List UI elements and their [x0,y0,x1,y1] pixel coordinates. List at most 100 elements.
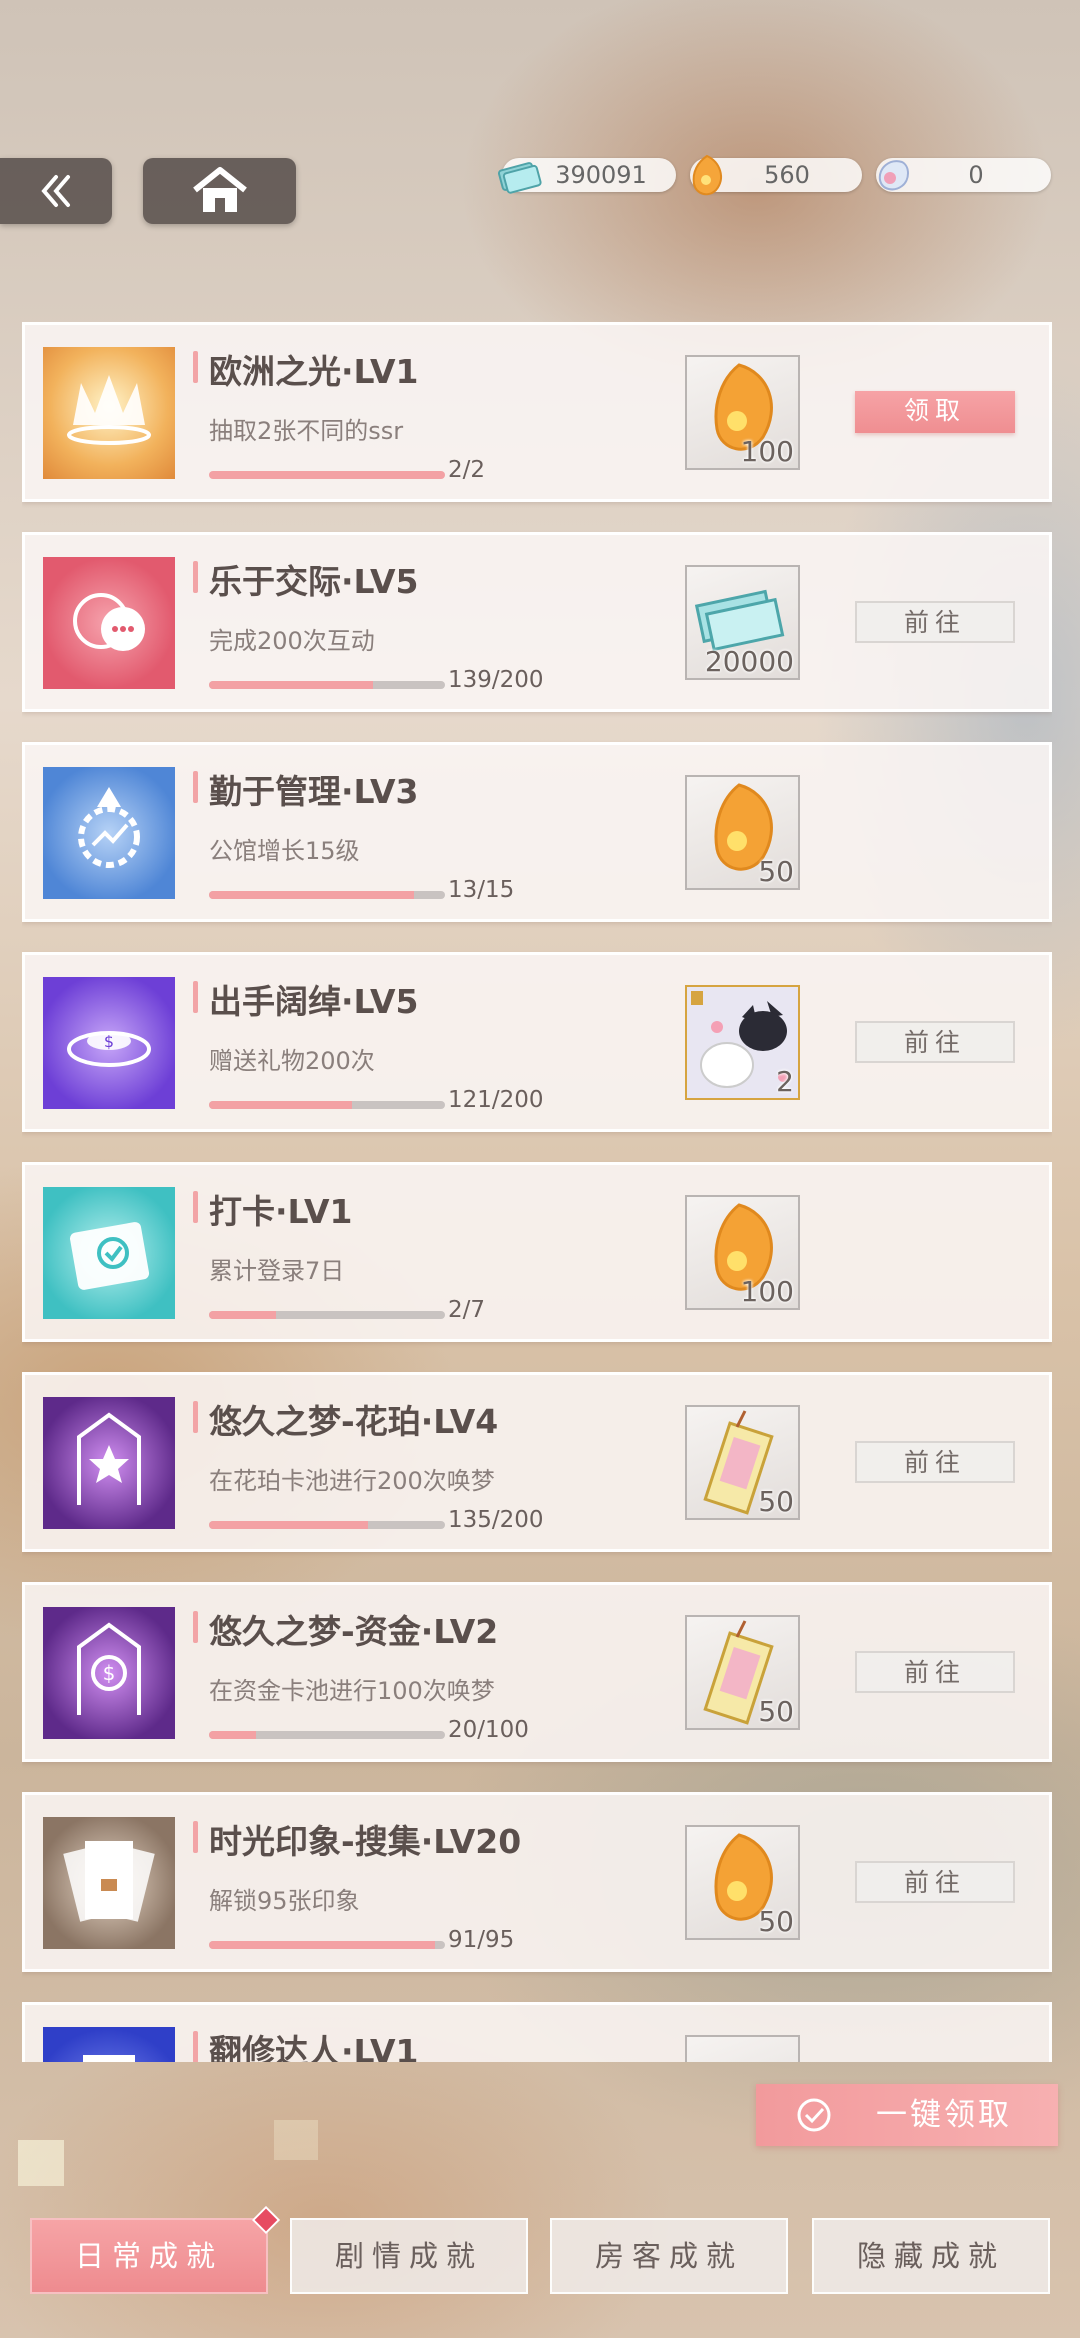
claim-all-label: 一键领取 [876,2097,1012,2133]
renovation-icon [43,2027,175,2062]
reward-item[interactable]: 20000 [685,565,800,680]
progress-bar [209,1521,445,1529]
go-button[interactable]: 前往 [855,1861,1015,1903]
progress-bar [209,1311,445,1319]
tab-daily[interactable]: 日常成就 [30,2205,281,2294]
achievement-title: 悠久之梦-花珀·LV4 [209,1402,499,1441]
go-button[interactable]: 前往 [855,1651,1015,1693]
progress-fill [209,891,414,899]
progress-bar [209,891,445,899]
claim-button[interactable]: 领取 [855,391,1015,433]
progress-fill [209,1521,369,1529]
achievement-title: 悠久之梦-资金·LV2 [209,1612,499,1651]
notification-dot-icon [251,2205,281,2235]
home-button[interactable] [143,158,296,224]
progress-text: 20/100 [448,1717,529,1743]
tab-label: 日常成就 [74,2239,223,2273]
progress-text: 121/200 [448,1087,544,1113]
progress-bar [209,471,445,479]
tab-tenant[interactable]: 房客成就 [550,2218,788,2294]
reward-count: 50 [758,855,794,888]
achievement-card: $ 悠久之梦-资金·LV2 在资金卡池进行100次唤梦 20/100 50 前往 [22,1582,1052,1762]
achievement-card: 时光印象-搜集·LV20 解锁95张印象 91/95 50 前往 [22,1792,1052,1972]
achievement-card: 悠久之梦-花珀·LV4 在花珀卡池进行200次唤梦 135/200 50 前往 [22,1372,1052,1552]
gear-chart-icon [43,767,175,899]
achievement-desc: 在资金卡池进行100次唤梦 [209,1677,495,1705]
progress-fill [209,471,445,479]
claim-all-button[interactable]: 一键领取 [756,2084,1058,2146]
progress-text: 2/7 [448,1297,486,1323]
currency-crystal: 0 [876,158,1051,192]
title-accent [193,1191,198,1223]
reward-item[interactable]: 100 [685,355,800,470]
tab-hidden[interactable]: 隐藏成就 [812,2218,1050,2294]
reward-item[interactable] [685,2035,800,2062]
reward-count: 50 [758,1905,794,1938]
category-tabs: 日常成就 剧情成就 房客成就 隐藏成就 [0,2205,1080,2300]
reward-item[interactable]: 2 [685,985,800,1100]
tab-label: 剧情成就 [334,2239,483,2273]
achievement-card: 乐于交际·LV5 完成200次互动 139/200 20000 前往 [22,532,1052,712]
currency-banknote: 390091 [497,158,676,194]
title-accent [193,771,198,803]
tab-label: 房客成就 [594,2239,743,2273]
currency-amber: 560 [690,154,862,196]
title-accent [193,351,198,383]
check-circle-icon [797,2098,831,2132]
achievement-desc: 抽取2张不同的ssr [209,417,404,445]
achievement-card: 翻修达人·LV1 [22,2002,1052,2062]
double-chevron-left-icon [41,175,70,207]
svg-text:$: $ [103,1661,116,1685]
progress-text: 2/2 [448,457,486,483]
reward-item[interactable]: 50 [685,775,800,890]
progress-fill [209,1731,257,1739]
star-badge-icon [43,1397,175,1529]
progress-text: 91/95 [448,1927,515,1953]
tab-label: 隐藏成就 [856,2239,1005,2273]
tab-story[interactable]: 剧情成就 [290,2218,528,2294]
chat-bubbles-icon [43,557,175,689]
calendar-check-icon [43,1187,175,1319]
achievement-list[interactable]: 欧洲之光·LV1 抽取2张不同的ssr 2/2 100 领取 乐于交际·LV5 … [22,322,1052,2062]
progress-fill [209,1941,436,1949]
go-button[interactable]: 前往 [855,1021,1015,1063]
title-accent [193,2031,198,2062]
coin-ring-icon: $ [43,977,175,1109]
achievement-desc: 在花珀卡池进行200次唤梦 [209,1467,495,1495]
reward-item[interactable]: 100 [685,1195,800,1310]
go-button[interactable]: 前往 [855,1441,1015,1483]
title-accent [193,1401,198,1433]
reward-count: 100 [740,435,794,468]
currency-value: 560 [764,161,810,189]
reward-count: 50 [758,1695,794,1728]
achievement-card: 欧洲之光·LV1 抽取2张不同的ssr 2/2 100 领取 [22,322,1052,502]
back-button[interactable] [0,158,112,224]
crown-icon [43,347,175,479]
home-icon [192,167,247,212]
reward-item[interactable]: 50 [685,1825,800,1940]
achievement-desc: 完成200次互动 [209,627,375,655]
svg-text:$: $ [104,1032,114,1051]
achievement-card: $ 出手阔绰·LV5 赠送礼物200次 121/200 2 前往 [22,952,1052,1132]
achievement-title: 打卡·LV1 [209,1192,353,1231]
progress-fill [209,681,374,689]
photo-cards-icon [43,1817,175,1949]
reward-count: 2 [776,1065,794,1098]
achievement-title: 勤于管理·LV3 [209,772,419,811]
achievement-card: 打卡·LV1 累计登录7日 2/7 100 [22,1162,1052,1342]
currency-value: 0 [968,161,984,189]
achievement-desc: 赠送礼物200次 [209,1047,375,1075]
progress-text: 13/15 [448,877,515,903]
achievement-title: 翻修达人·LV1 [209,2032,419,2062]
background-decoration [274,2120,318,2160]
go-button[interactable]: 前往 [855,601,1015,643]
dollar-badge-icon: $ [43,1607,175,1739]
title-accent [193,981,198,1013]
achievement-desc: 公馆增长15级 [209,837,360,865]
currency-value: 390091 [555,161,647,189]
reward-item[interactable]: 50 [685,1405,800,1520]
progress-text: 139/200 [448,667,544,693]
progress-fill [209,1101,352,1109]
reward-item[interactable]: 50 [685,1615,800,1730]
reward-count: 50 [758,1485,794,1518]
